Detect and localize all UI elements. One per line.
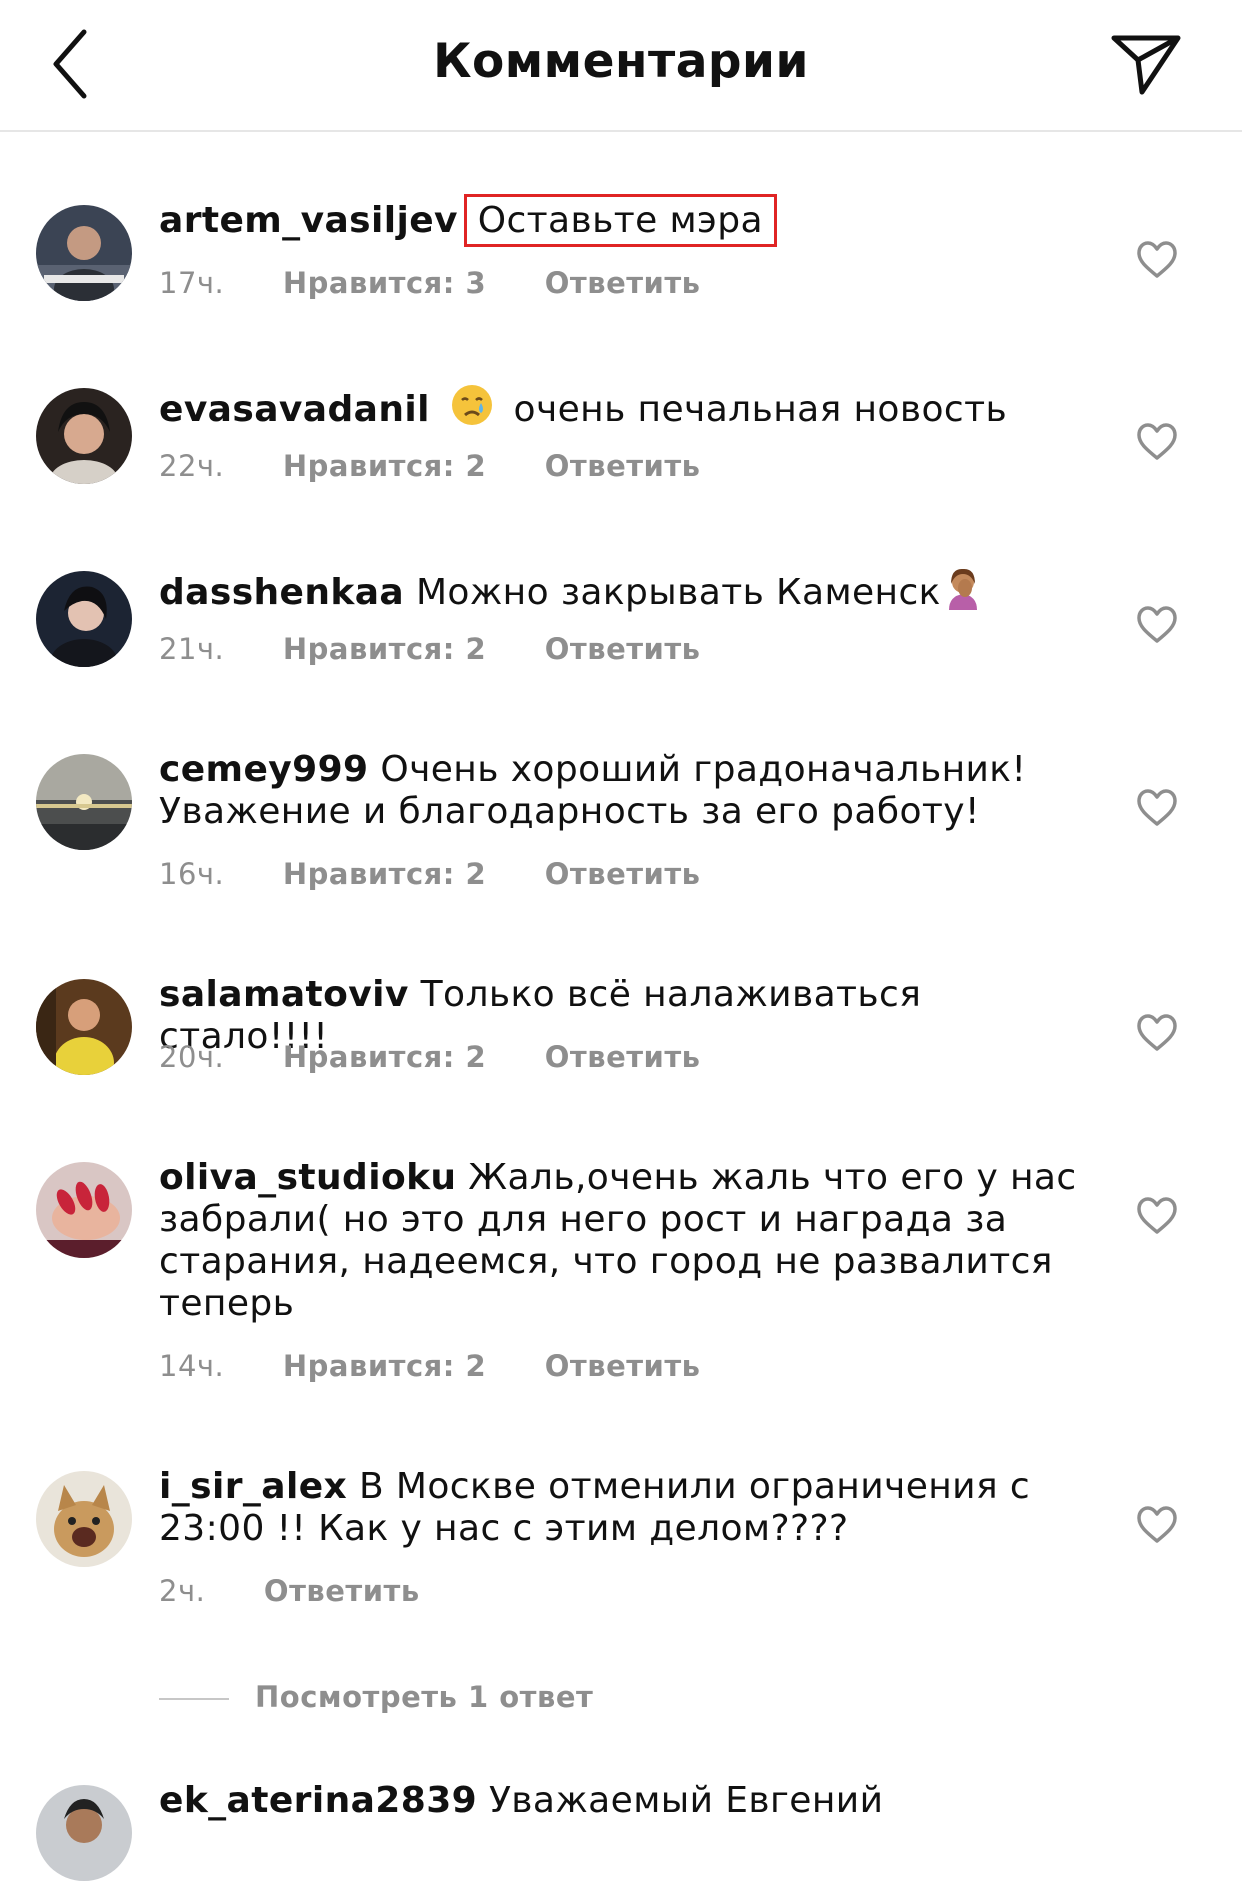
crying-face-icon [450, 383, 494, 437]
comment-time: 2ч. [159, 1574, 206, 1608]
comment-time: 16ч. [159, 857, 225, 891]
likes-count[interactable]: Нравится: 2 [283, 449, 486, 483]
likes-count[interactable]: Нравится: 2 [283, 857, 486, 891]
heart-icon[interactable] [1136, 422, 1178, 462]
reply-button[interactable]: Ответить [545, 266, 701, 300]
view-replies-button[interactable]: Посмотреть 1 ответ [159, 1680, 593, 1714]
comment-text: cemey999 Очень хороший градоначальник! У… [159, 749, 1079, 833]
avatar[interactable] [36, 1471, 132, 1567]
comment-username[interactable]: i_sir_alex [159, 1466, 347, 1507]
heart-icon[interactable] [1136, 240, 1178, 280]
comment-username[interactable]: artem_vasiljev [159, 200, 458, 241]
comment-text: oliva_studioku Жаль,очень жаль что его у… [159, 1157, 1079, 1325]
reply-button[interactable]: Ответить [545, 1040, 701, 1074]
comment-message: Можно закрывать Каменск [415, 572, 941, 613]
avatar[interactable] [36, 205, 132, 301]
heart-icon[interactable] [1136, 605, 1178, 645]
heart-icon[interactable] [1136, 1013, 1178, 1053]
likes-count[interactable]: Нравится: 2 [283, 632, 486, 666]
likes-count[interactable]: Нравится: 2 [283, 1349, 486, 1383]
comment-username[interactable]: cemey999 [159, 749, 369, 790]
reply-button[interactable]: Ответить [545, 857, 701, 891]
comment-text: ek_aterina2839 Уважаемый Евгений [159, 1780, 1079, 1822]
avatar[interactable] [36, 388, 132, 484]
comment-username[interactable]: oliva_studioku [159, 1157, 456, 1198]
comment-message: очень печальная новость [513, 389, 1008, 430]
comment-time: 21ч. [159, 632, 225, 666]
avatar[interactable] [36, 979, 132, 1075]
comment-time: 14ч. [159, 1349, 225, 1383]
comment-meta: 21ч. Нравится: 2 Ответить [159, 632, 749, 666]
view-replies-label: Посмотреть 1 ответ [255, 1680, 594, 1714]
comment-time: 22ч. [159, 449, 225, 483]
comment-text: evasavadanil очень печальная новость [159, 383, 1079, 437]
reply-button[interactable]: Ответить [545, 632, 701, 666]
comment-text: dasshenkaa Можно закрывать Каменск [159, 566, 1079, 620]
reply-button[interactable]: Ответить [264, 1574, 420, 1608]
comment-text: artem_vasiljev Оставьте мэра [159, 194, 1079, 247]
paper-plane-icon [1111, 35, 1181, 95]
comment-username[interactable]: ek_aterina2839 [159, 1780, 477, 1821]
comment-meta: 2ч. Ответить [159, 1574, 468, 1608]
heart-icon[interactable] [1136, 1196, 1178, 1236]
heart-icon[interactable] [1136, 788, 1178, 828]
comment-username[interactable]: evasavadanil [159, 389, 430, 430]
facepalm-icon [941, 566, 985, 620]
share-button[interactable] [1108, 30, 1184, 100]
avatar[interactable] [36, 754, 132, 850]
avatar[interactable] [36, 1162, 132, 1258]
comment-meta: 17ч. Нравится: 3 Ответить [159, 266, 749, 300]
comment-message: Оставьте мэра [463, 194, 777, 247]
avatar[interactable] [36, 571, 132, 667]
comment-text: i_sir_alex В Москве отменили ограничения… [159, 1466, 1079, 1550]
comment-time: 20ч. [159, 1040, 225, 1074]
comment-message: Уважаемый Евгений [488, 1780, 884, 1821]
top-bar: Комментарии [0, 0, 1242, 132]
likes-count[interactable]: Нравится: 3 [283, 266, 486, 300]
page-title: Комментарии [433, 34, 809, 89]
comment-username[interactable]: dasshenkaa [159, 572, 404, 613]
comment-time: 17ч. [159, 266, 225, 300]
comment-username[interactable]: salamatoviv [159, 974, 409, 1015]
heart-icon[interactable] [1136, 1505, 1178, 1545]
comment-meta: 22ч. Нравится: 2 Ответить [159, 449, 749, 483]
comment-meta: 20ч. Нравится: 2 Ответить [159, 1040, 749, 1074]
reply-button[interactable]: Ответить [545, 1349, 701, 1383]
avatar[interactable] [36, 1785, 132, 1881]
likes-count[interactable]: Нравится: 2 [283, 1040, 486, 1074]
divider [159, 1698, 229, 1700]
comment-meta: 14ч. Нравится: 2 Ответить [159, 1349, 749, 1383]
reply-button[interactable]: Ответить [545, 449, 701, 483]
comment-meta: 16ч. Нравится: 2 Ответить [159, 857, 749, 891]
